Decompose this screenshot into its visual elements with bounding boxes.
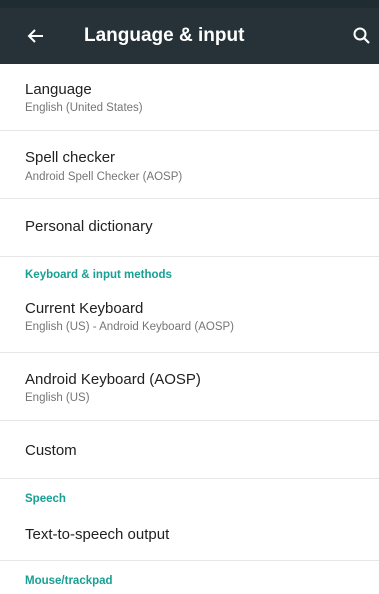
divider	[0, 478, 379, 479]
item-title: Language	[25, 81, 92, 98]
divider	[0, 352, 379, 353]
item-title: Android Keyboard (AOSP)	[25, 371, 201, 388]
language-item[interactable]: Language English (United States)	[0, 72, 379, 128]
divider	[0, 560, 379, 561]
back-button[interactable]	[22, 22, 50, 50]
android-keyboard-item[interactable]: Android Keyboard (AOSP) English (US)	[0, 360, 379, 418]
text-to-speech-item[interactable]: Text-to-speech output	[0, 512, 379, 558]
arrow-back-icon	[27, 29, 43, 43]
item-title: Spell checker	[25, 149, 116, 166]
item-title: Custom	[25, 442, 77, 459]
divider	[0, 420, 379, 421]
divider	[0, 198, 379, 199]
custom-item[interactable]: Custom	[0, 428, 379, 474]
category-mouse-trackpad: Mouse/trackpad	[25, 575, 113, 587]
item-summary: English (US) - Android Keyboard (AOSP)	[25, 321, 235, 333]
category-keyboard-input-methods: Keyboard & input methods	[25, 269, 172, 281]
item-summary: Android Spell Checker (AOSP)	[25, 171, 183, 183]
page-title: Language & input	[84, 25, 245, 46]
app-bar: Language & input	[0, 8, 379, 64]
item-title: Text-to-speech output	[25, 526, 170, 543]
spell-checker-item[interactable]: Spell checker Android Spell Checker (AOS…	[0, 138, 379, 196]
item-summary: English (United States)	[25, 102, 143, 114]
divider	[0, 130, 379, 131]
item-summary: English (US)	[25, 392, 90, 404]
item-title: Personal dictionary	[25, 218, 153, 235]
search-icon	[353, 27, 370, 44]
divider	[0, 256, 379, 257]
personal-dictionary-item[interactable]: Personal dictionary	[0, 204, 379, 254]
search-button[interactable]	[348, 22, 376, 50]
current-keyboard-item[interactable]: Current Keyboard English (US) - Android …	[0, 290, 379, 350]
category-speech: Speech	[25, 493, 66, 505]
status-bar	[0, 0, 379, 8]
item-title: Current Keyboard	[25, 300, 144, 317]
